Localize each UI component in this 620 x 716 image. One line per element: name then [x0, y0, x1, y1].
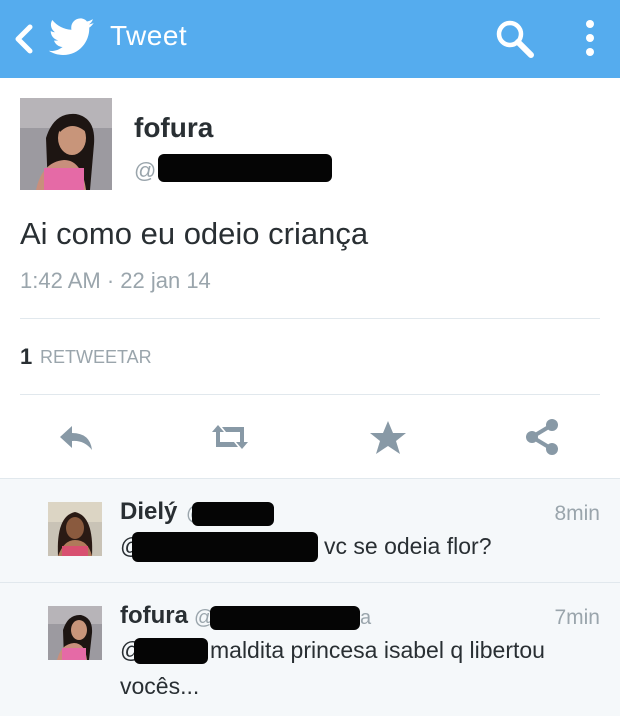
reply-author-name[interactable]: Dielý: [120, 498, 177, 526]
redaction-bar: [134, 638, 208, 664]
star-icon[interactable]: [366, 418, 410, 456]
reply-handle-suffix: a: [360, 607, 372, 629]
divider: [20, 318, 600, 319]
reply-text-continued: vocês...: [120, 673, 200, 699]
share-icon[interactable]: [520, 418, 564, 456]
chevron-left-icon[interactable]: [10, 22, 38, 56]
divider: [0, 582, 620, 583]
divider: [20, 394, 600, 395]
search-icon[interactable]: [494, 18, 536, 60]
tweet-text: Ai como eu odeio criança: [20, 216, 369, 251]
avatar[interactable]: [20, 98, 112, 190]
tweet-timestamp: 1:42 AM · 22 jan 14: [20, 268, 211, 293]
reply-text: maldita princesa isabel q libertou: [210, 637, 545, 663]
redaction-bar: [132, 532, 318, 562]
handle-prefix: @: [134, 158, 157, 183]
reply-time: 8min: [554, 502, 600, 525]
retweet-count[interactable]: 1: [20, 344, 32, 370]
author-name[interactable]: fofura: [134, 112, 213, 144]
reply-author-name[interactable]: fofura: [120, 602, 188, 630]
redaction-bar: [158, 154, 332, 182]
reply-avatar[interactable]: [48, 606, 102, 660]
retweet-icon[interactable]: [208, 418, 252, 456]
redaction-bar: [210, 606, 360, 630]
more-vertical-icon[interactable]: [578, 14, 602, 62]
reply-icon[interactable]: [54, 418, 98, 456]
twitter-bird-icon: [48, 18, 95, 56]
reply-text: vc se odeia flor?: [324, 533, 492, 559]
page-title: Tweet: [110, 20, 188, 51]
reply-avatar[interactable]: [48, 502, 102, 556]
author-handle[interactable]: @: [134, 158, 156, 184]
reply-time: 7min: [554, 606, 600, 629]
top-bar: Tweet: [0, 0, 620, 78]
retweet-label[interactable]: RETWEETAR: [40, 347, 152, 368]
redaction-bar: [192, 502, 274, 526]
